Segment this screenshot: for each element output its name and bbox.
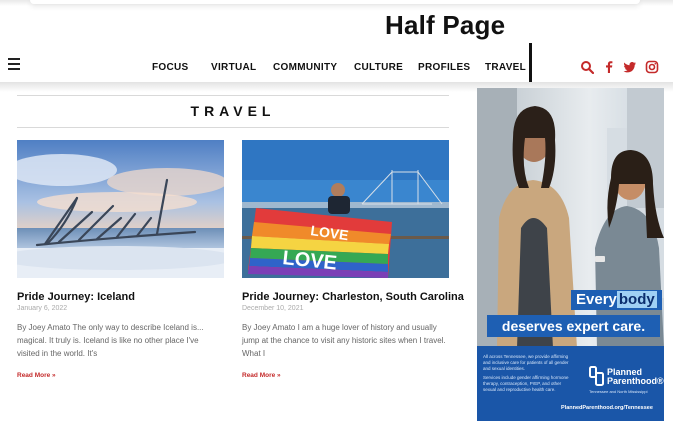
ad-logo-text: Planned Parenthood®: [607, 368, 664, 386]
planned-parenthood-logo-icon: [589, 366, 604, 386]
article-image-iceland[interactable]: [17, 140, 224, 278]
top-bar: [30, 0, 640, 4]
half-page-annotation: Half Page: [385, 10, 506, 40]
ad-url[interactable]: PlannedParenthood.org/Tennessee: [561, 405, 653, 411]
instagram-icon[interactable]: [645, 60, 659, 74]
article-title-iceland[interactable]: Pride Journey: Iceland: [17, 291, 135, 303]
ad-small-print: All across Tennessee, we provide affirmi…: [483, 354, 571, 393]
ad-small-print-1: All across Tennessee, we provide affirmi…: [483, 354, 569, 371]
section-rule-bottom: [17, 127, 449, 128]
twitter-icon[interactable]: [623, 60, 637, 74]
section-rule-top: [17, 95, 449, 96]
article-date-iceland: January 6, 2022: [17, 305, 68, 312]
half-page-ad[interactable]: Every body deserves expert care. All acro…: [477, 88, 664, 421]
search-icon[interactable]: [580, 60, 594, 74]
ad-body-text: body: [616, 291, 657, 308]
nav-item-profiles[interactable]: PROFILES: [418, 62, 470, 73]
facebook-icon[interactable]: [602, 60, 616, 74]
ad-every-text: Every: [576, 291, 617, 308]
ad-small-print-2: Services include gender affirming hormon…: [483, 375, 569, 392]
read-more-link-charleston[interactable]: Read More »: [242, 372, 281, 379]
ad-logo-line2: Parenthood®: [607, 376, 664, 386]
article-date-charleston: December 10, 2021: [242, 305, 304, 312]
main-nav: FOCUS VIRTUAL COMMUNITY CULTURE PROFILES…: [0, 55, 673, 81]
nav-item-virtual[interactable]: VIRTUAL: [211, 62, 256, 73]
ad-info-panel: All across Tennessee, we provide affirmi…: [477, 346, 664, 421]
article-title-charleston[interactable]: Pride Journey: Charleston, South Carolin…: [242, 291, 464, 303]
article-image-charleston[interactable]: LOVE LOVE: [242, 140, 449, 278]
nav-item-focus[interactable]: FOCUS: [152, 62, 189, 73]
ad-headline-everybody: Every body: [571, 290, 662, 310]
section-title: TRAVEL: [190, 103, 276, 119]
article-excerpt-iceland: By Joey Amato The only way to describe I…: [17, 323, 204, 358]
nav-item-culture[interactable]: CULTURE: [354, 62, 403, 73]
read-more-link-iceland[interactable]: Read More »: [17, 372, 56, 379]
article-excerpt-charleston: By Joey Amato I am a huge lover of histo…: [242, 323, 446, 358]
ad-logo-subtitle: Tennessee and North Mississippi: [589, 389, 648, 394]
menu-icon[interactable]: [8, 58, 20, 70]
nav-item-community[interactable]: COMMUNITY: [273, 62, 337, 73]
ad-headline-deserves: deserves expert care.: [487, 315, 660, 337]
nav-item-travel[interactable]: TRAVEL: [485, 62, 526, 73]
